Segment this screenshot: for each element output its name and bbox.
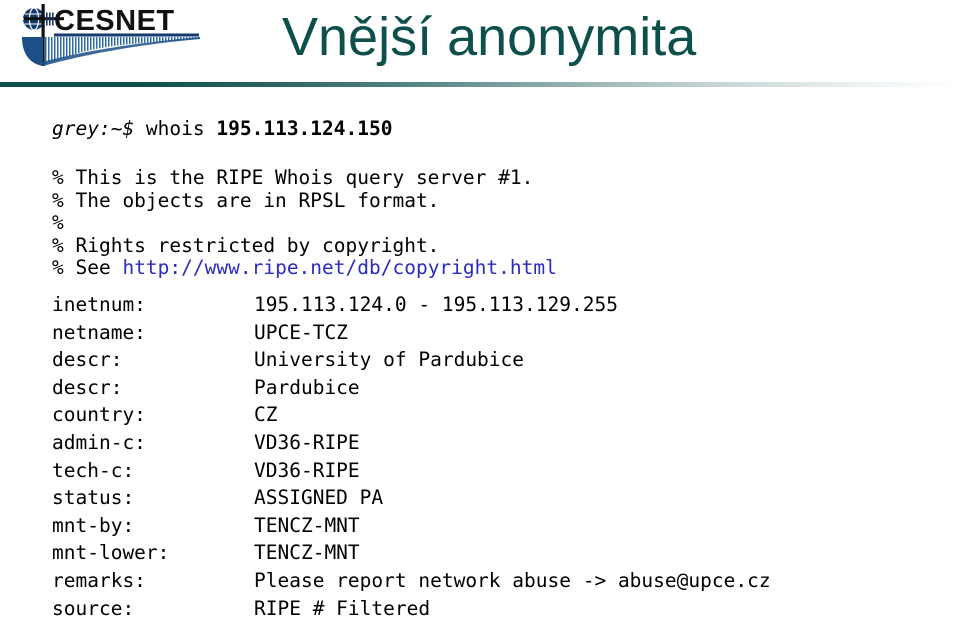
record-key: mnt-by: (52, 513, 135, 537)
copyright-link[interactable]: http://www.ripe.net/db/copyright.html (122, 256, 556, 279)
record-key: netname: (52, 320, 146, 344)
record-row: tech-c: VD36-RIPE (52, 457, 771, 485)
banner-text: % The objects are in RPSL format. (52, 188, 440, 212)
record-row: status: ASSIGNED PA (52, 484, 771, 512)
record-row: inetnum: 195.113.124.0 - 195.113.129.255 (52, 291, 771, 319)
record-row: source: RIPE # Filtered (52, 595, 771, 622)
record-value: RIPE # Filtered (254, 596, 431, 620)
cesnet-logo: CESNET (12, 4, 202, 78)
record-key: country: (52, 403, 146, 427)
record-row: mnt-lower: TENCZ-MNT (52, 539, 771, 567)
logo-underline (54, 33, 199, 37)
logo-wordmark: CESNET (54, 5, 175, 37)
record-value: ASSIGNED PA (254, 486, 384, 510)
record-value: TENCZ-MNT (254, 513, 360, 537)
banner-line: % (52, 211, 557, 235)
record-key: inetnum: (52, 293, 146, 316)
banner-text: % See (52, 256, 123, 279)
record-row: admin-c: VD36-RIPE (52, 429, 771, 457)
record-value: CZ (254, 403, 278, 427)
record-key: admin-c: (52, 430, 146, 454)
banner-text: % This is the RIPE Whois query server #1… (52, 166, 534, 189)
record-value: TENCZ-MNT (254, 541, 360, 565)
record-value: 195.113.124.0 - 195.113.129.255 (254, 293, 618, 316)
record-row: descr: University of Pardubice (52, 346, 771, 374)
record-key: remarks: (52, 568, 146, 592)
record-key: tech-c: (52, 458, 135, 482)
shell-argument: 195.113.124.150 (216, 117, 393, 140)
record-row: remarks: Please report network abuse -> a… (52, 567, 771, 595)
record-key: descr: (52, 348, 123, 372)
record-value: VD36-RIPE (254, 430, 360, 454)
record-row: country: CZ (52, 401, 771, 429)
banner-text: % Rights restricted by copyright. (52, 233, 440, 257)
record-key: mnt-lower: (52, 541, 170, 565)
record-value: VD36-RIPE (254, 458, 360, 482)
whois-record: inetnum: 195.113.124.0 - 195.113.129.255 … (52, 291, 771, 622)
command-line: grey:~$ whois 195.113.124.150 (52, 115, 392, 143)
record-key: descr: (52, 375, 123, 399)
banner-line: % See http://www.ripe.net/db/copyright.h… (52, 256, 557, 280)
record-value: UPCE-TCZ (254, 320, 348, 344)
header-divider (0, 82, 960, 87)
whois-banner: % This is the RIPE Whois query server #1… (52, 166, 557, 280)
record-value: University of Pardubice (254, 348, 525, 372)
shell-command: whois (134, 117, 217, 140)
banner-line: % This is the RIPE Whois query server #1… (52, 166, 557, 190)
logo-fan-solid (22, 37, 43, 66)
logo-topbars (46, 12, 54, 26)
banner-text: % (52, 211, 64, 234)
record-value: Pardubice (254, 375, 360, 399)
record-key: status: (52, 486, 135, 510)
record-value: Please report network abuse -> abuse@upc… (254, 568, 771, 592)
record-row: mnt-by: TENCZ-MNT (52, 512, 771, 540)
record-key: source: (52, 596, 135, 620)
record-row: descr: Pardubice (52, 374, 771, 402)
banner-line: % Rights restricted by copyright. (52, 233, 557, 258)
banner-line: % The objects are in RPSL format. (52, 188, 557, 213)
shell-prompt: grey:~$ (52, 117, 135, 140)
cesnet-logo-graphic: CESNET (22, 4, 200, 66)
page-title: Vnější anonymita (282, 7, 697, 67)
record-row: netname: UPCE-TCZ (52, 319, 771, 347)
slide-header: CESNET Vnější anonymita (0, 0, 960, 88)
